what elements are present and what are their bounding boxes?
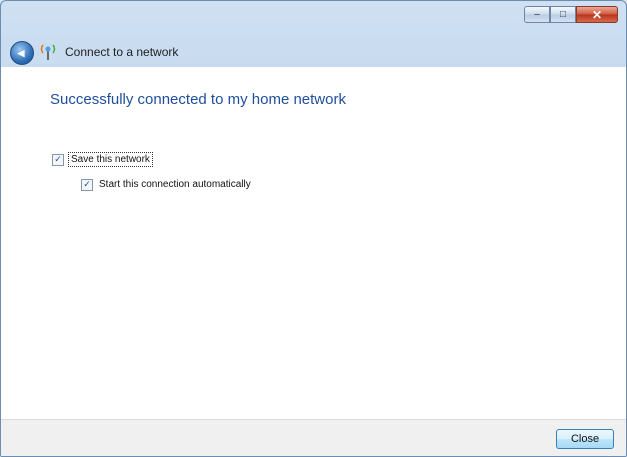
save-network-label[interactable]: Save this network	[68, 152, 153, 167]
caption-buttons: – □ ✕	[524, 6, 618, 23]
content-pane: Successfully connected to my home networ…	[1, 67, 626, 419]
checkmark-icon: ✓	[54, 154, 62, 164]
save-network-checkbox[interactable]: ✓	[52, 153, 64, 166]
save-network-option[interactable]: ✓ Save this network	[52, 152, 153, 167]
back-arrow-icon: ◀	[17, 47, 25, 58]
back-button[interactable]: ◀	[10, 41, 34, 65]
minimize-button[interactable]: –	[524, 6, 550, 23]
title-bar[interactable]: – □ ✕ ◀ Connect to a network	[1, 1, 626, 67]
dialog-window: – □ ✕ ◀ Connect to a network Successfull…	[0, 0, 627, 457]
window-title: Connect to a network	[65, 45, 179, 59]
checkmark-icon: ✓	[83, 179, 91, 189]
maximize-button[interactable]: □	[550, 6, 576, 23]
auto-connect-label[interactable]: Start this connection automatically	[97, 178, 253, 191]
auto-connect-checkbox[interactable]: ✓	[81, 178, 93, 191]
footer-bar: Close	[1, 419, 626, 456]
status-heading: Successfully connected to my home networ…	[50, 91, 346, 108]
close-button[interactable]: Close	[556, 429, 614, 449]
network-icon	[40, 44, 56, 60]
close-window-button[interactable]: ✕	[576, 6, 618, 23]
auto-connect-option[interactable]: ✓ Start this connection automatically	[81, 178, 253, 191]
